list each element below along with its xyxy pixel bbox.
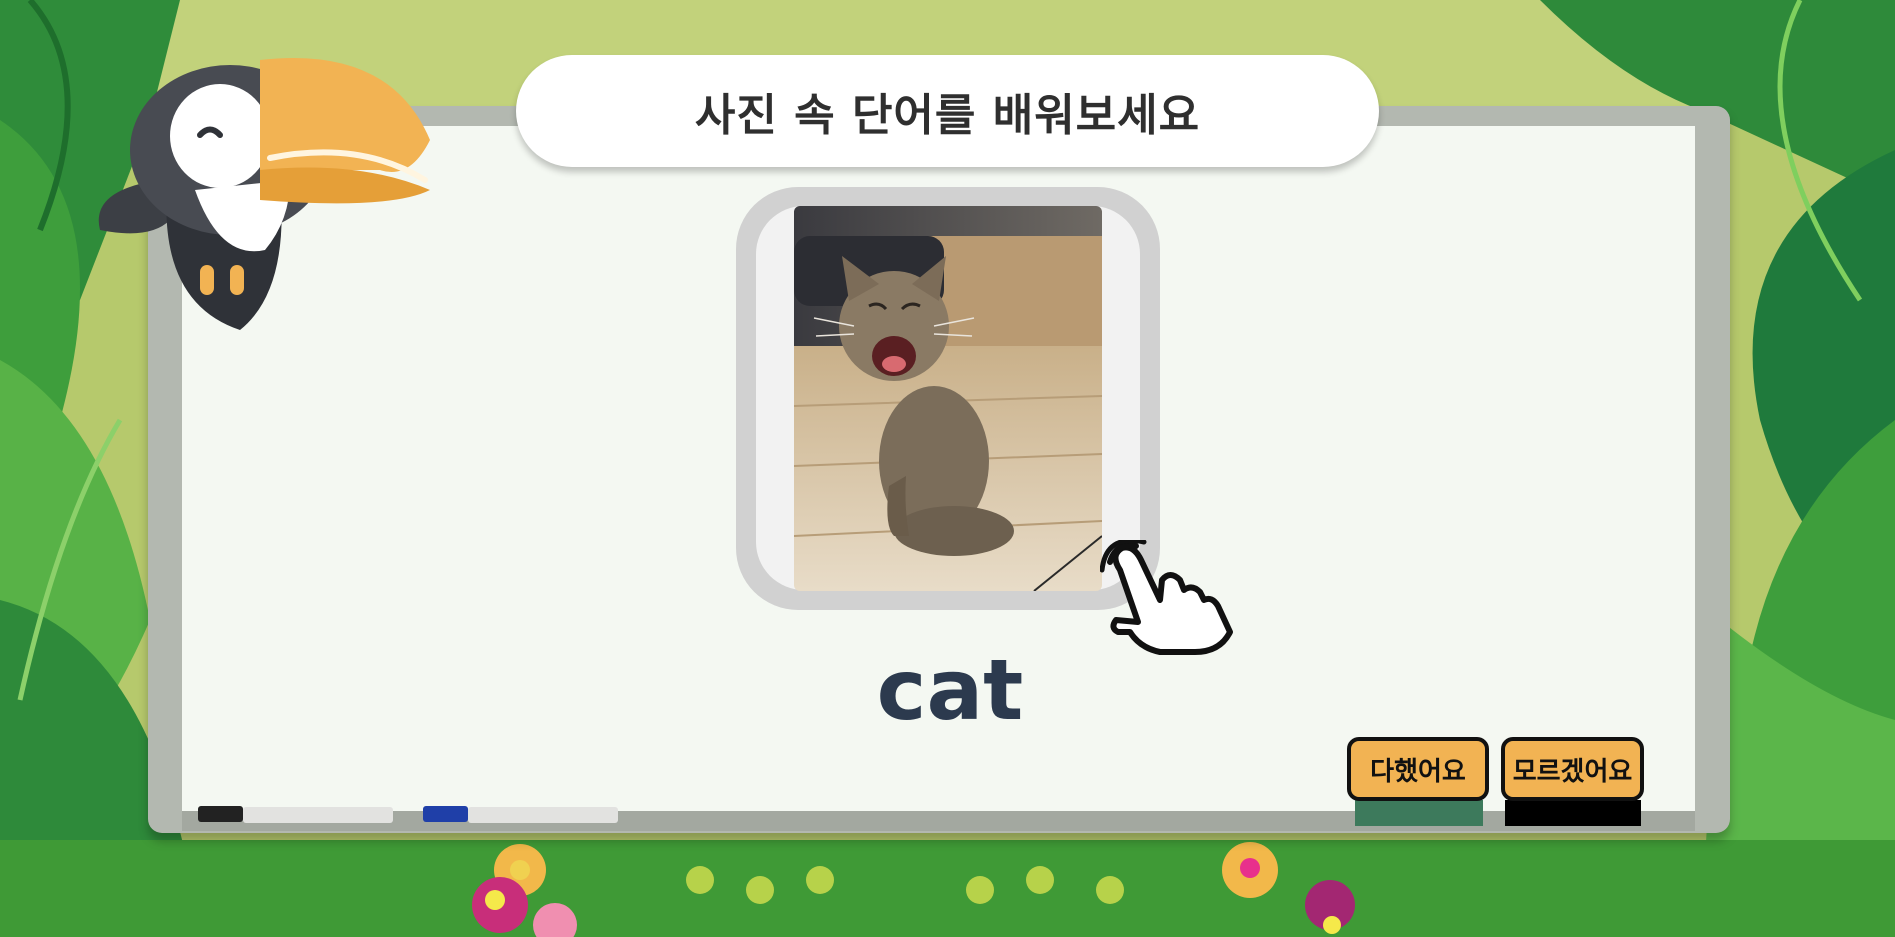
- done-button-base: [1355, 800, 1483, 826]
- toucan-mascot: [90, 40, 440, 340]
- hand-pointer-icon: [1099, 538, 1242, 655]
- blue-marker-body: [468, 807, 618, 823]
- cat-photo[interactable]: [794, 206, 1102, 591]
- done-button-label: 다했어요: [1370, 756, 1466, 787]
- vocab-word: cat: [876, 641, 1024, 739]
- done-button[interactable]: 다했어요: [1347, 737, 1489, 801]
- black-marker: [198, 806, 243, 822]
- dont-know-button[interactable]: 모르겠어요: [1501, 737, 1644, 801]
- page-title: 사진 속 단어를 배워보세요: [694, 90, 1201, 141]
- word-photo-card[interactable]: [736, 187, 1160, 610]
- dont-know-button-base: [1505, 800, 1641, 826]
- black-marker-body: [243, 807, 393, 823]
- dont-know-button-label: 모르겠어요: [1512, 756, 1633, 787]
- title-banner: 사진 속 단어를 배워보세요: [516, 55, 1379, 167]
- blue-marker: [423, 806, 468, 822]
